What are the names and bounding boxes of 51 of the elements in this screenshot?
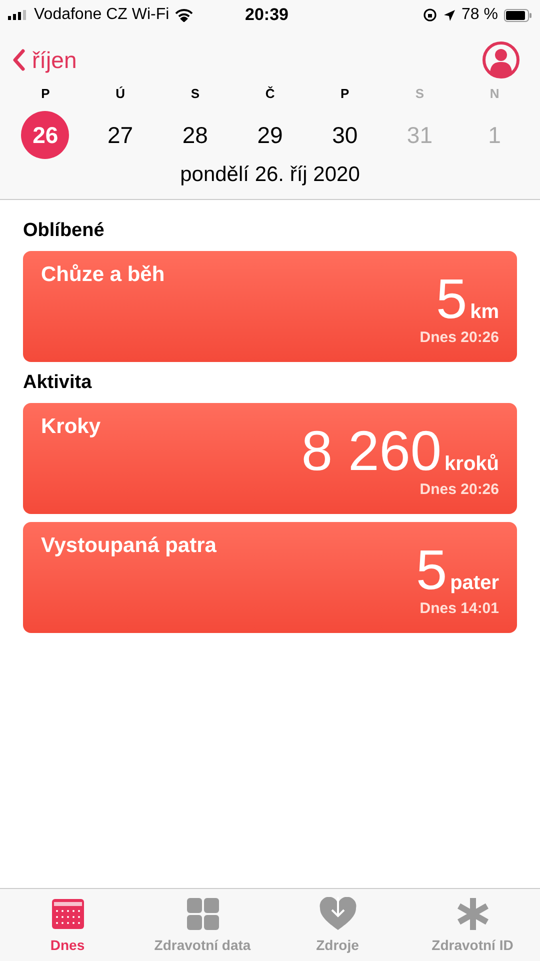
metric-unit: pater bbox=[450, 572, 499, 595]
chevron-left-icon bbox=[12, 48, 26, 72]
metric-card[interactable]: Chůze a běh 5 km Dnes 20:26 bbox=[23, 251, 517, 362]
card-title: Chůze a běh bbox=[41, 263, 166, 287]
day-number[interactable]: 29 bbox=[246, 111, 294, 159]
back-button[interactable]: říjen bbox=[12, 46, 77, 74]
metric-card[interactable]: Vystoupaná patra 5 pater Dnes 14:01 bbox=[23, 522, 517, 633]
tab[interactable]: Dnes bbox=[0, 889, 135, 961]
weekday-letter: Ú bbox=[116, 86, 125, 101]
card-title: Kroky bbox=[41, 415, 102, 439]
day-number[interactable]: 26 bbox=[21, 111, 70, 159]
metric-unit: km bbox=[470, 301, 499, 324]
grid-icon bbox=[186, 897, 220, 931]
weekday-letter: P bbox=[41, 86, 50, 101]
carrier-name: Vodafone CZ Wi-Fi bbox=[34, 6, 170, 24]
section-title: Aktivita bbox=[23, 372, 93, 394]
status-time: 20:39 bbox=[245, 5, 288, 25]
selected-date: pondělí 26. říj 2020 bbox=[179, 163, 361, 187]
day-number[interactable]: 27 bbox=[96, 111, 144, 159]
card-title: Vystoupaná patra bbox=[41, 534, 218, 558]
wifi-icon bbox=[175, 8, 194, 22]
day-number[interactable]: 31 bbox=[396, 111, 444, 159]
timestamp: Dnes 20:26 bbox=[420, 329, 499, 346]
tab[interactable]: Zdroje bbox=[270, 889, 405, 961]
day-number[interactable]: 30 bbox=[320, 111, 369, 159]
asterisk-icon bbox=[456, 897, 490, 931]
rotation-lock-icon bbox=[422, 8, 437, 22]
timestamp: Dnes 14:01 bbox=[420, 600, 499, 617]
weekday-letter: Č bbox=[265, 86, 275, 101]
tab[interactable]: Zdravotní data bbox=[135, 889, 270, 961]
tab[interactable]: Zdravotní ID bbox=[405, 889, 540, 961]
weekday-letter: P bbox=[340, 86, 350, 101]
weekday-letter: S bbox=[415, 86, 424, 101]
heart-icon bbox=[318, 897, 356, 931]
battery-icon bbox=[504, 8, 532, 22]
profile-icon[interactable] bbox=[482, 41, 520, 79]
metric-unit: kroků bbox=[444, 453, 499, 476]
calendar-icon bbox=[50, 897, 84, 931]
metric-value: 5 bbox=[416, 542, 448, 598]
battery-percent: 78 % bbox=[462, 6, 498, 24]
day-number[interactable]: 28 bbox=[171, 111, 220, 159]
timestamp: Dnes 20:26 bbox=[420, 481, 499, 498]
metric-value: 8 260 bbox=[301, 423, 442, 479]
location-icon bbox=[442, 8, 456, 22]
day-number[interactable]: 1 bbox=[470, 111, 519, 159]
metric-card[interactable]: Kroky 8 260 kroků Dnes 20:26 bbox=[23, 403, 517, 514]
weekday-letter: N bbox=[490, 86, 500, 101]
metric-value: 5 bbox=[436, 271, 468, 327]
signal-icon bbox=[8, 10, 28, 20]
weekday-letter: S bbox=[190, 86, 200, 101]
section-title: Oblíbené bbox=[23, 220, 106, 242]
